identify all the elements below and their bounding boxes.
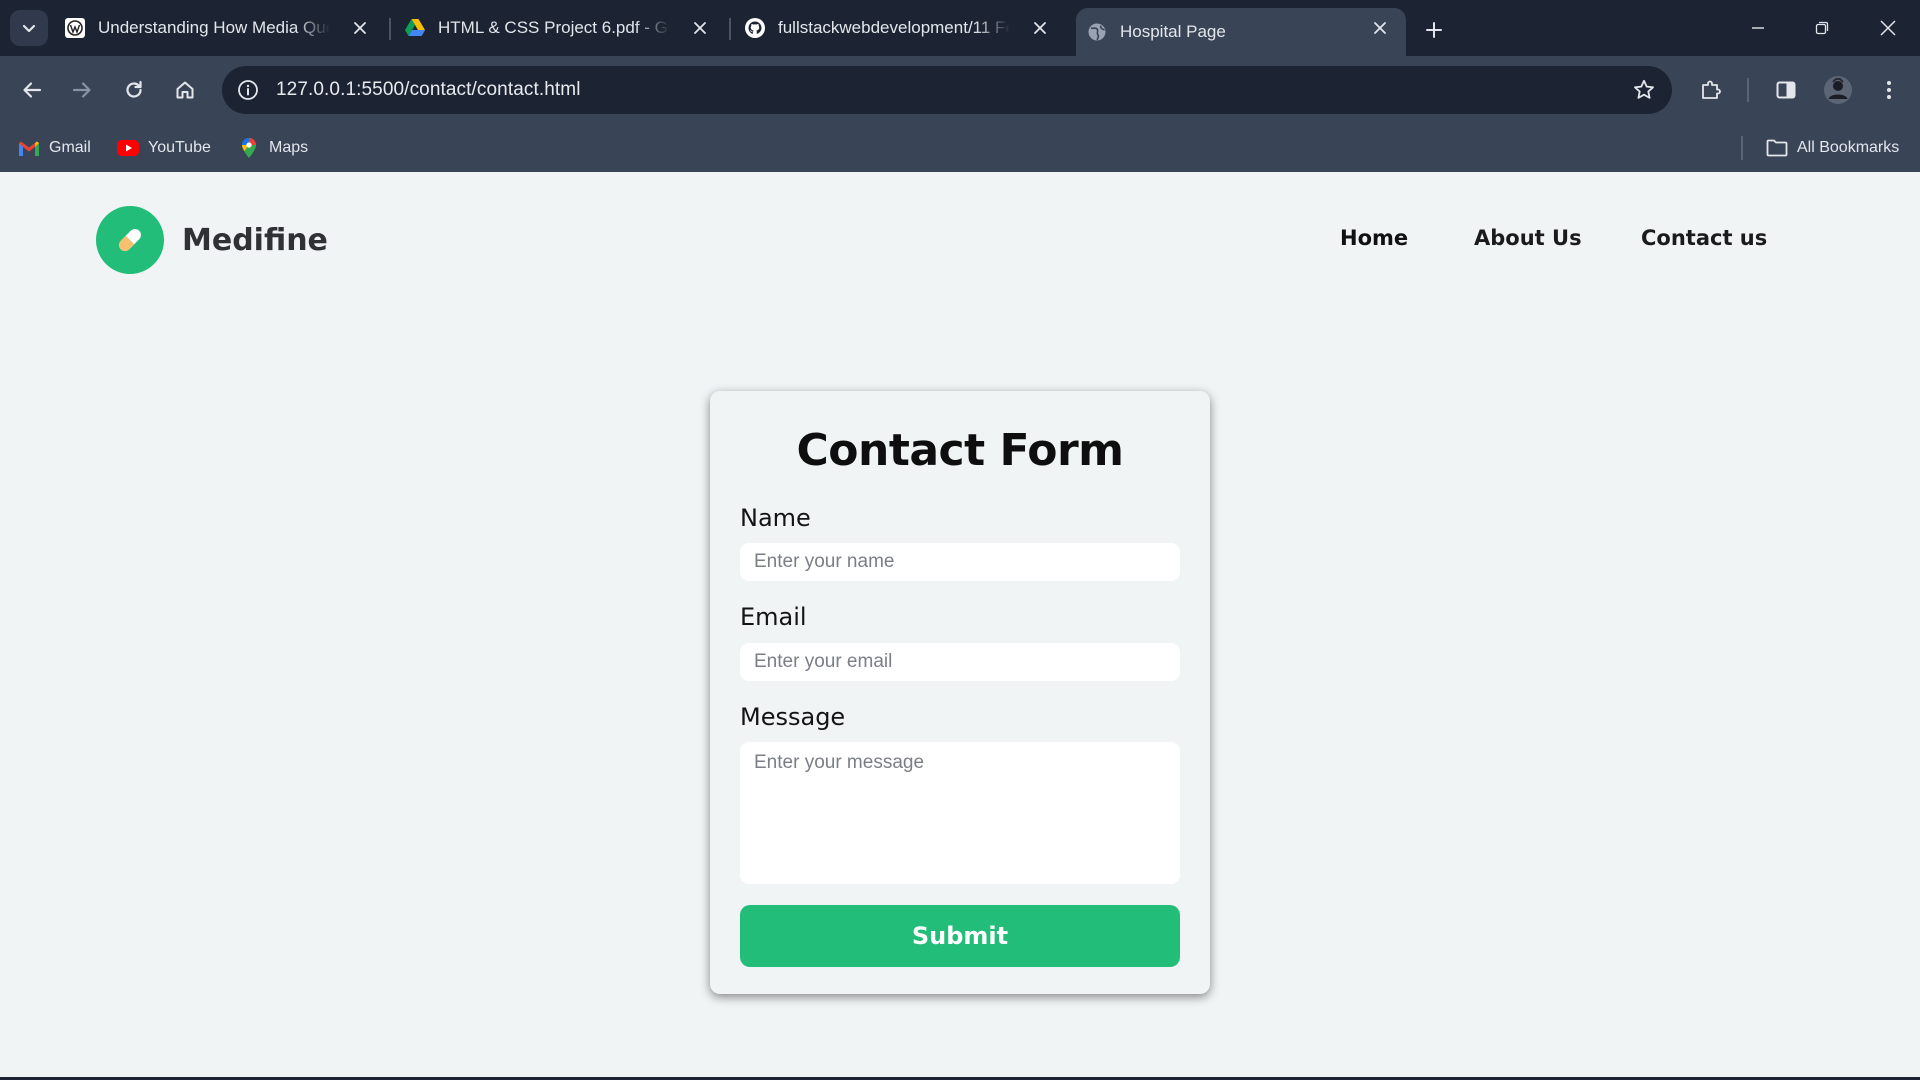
tab-search-button[interactable] <box>10 10 48 46</box>
browser-toolbar: 127.0.0.1:5500/contact/contact.html <box>0 56 1920 124</box>
bookmark-label: YouTube <box>148 139 211 156</box>
bookmark-youtube[interactable]: YouTube <box>117 136 211 160</box>
avatar-icon <box>1824 76 1852 104</box>
extensions-button[interactable] <box>1693 72 1729 108</box>
home-button[interactable] <box>167 72 203 108</box>
email-label: Email <box>740 603 807 631</box>
arrow-right-icon <box>72 82 91 98</box>
tab-title: HTML & CSS Project 6.pdf - Google Drive <box>438 18 670 37</box>
address-bar[interactable]: 127.0.0.1:5500/contact/contact.html <box>222 66 1672 114</box>
pill-icon <box>96 206 164 274</box>
nav-about-us[interactable]: About Us <box>1474 226 1582 250</box>
tab-github[interactable]: fullstackwebdevelopment/11 Feb 2024 <box>744 8 1060 48</box>
bookmarks-separator <box>1741 136 1743 160</box>
home-icon <box>176 81 194 99</box>
close-icon[interactable] <box>348 16 372 40</box>
toolbar-separator <box>1747 78 1749 102</box>
message-textarea[interactable] <box>740 742 1180 884</box>
gmail-icon <box>18 137 40 159</box>
tab-title: fullstackwebdevelopment/11 Feb 2024 <box>778 18 1010 37</box>
tab-google-drive[interactable]: HTML & CSS Project 6.pdf - Google Drive <box>404 8 720 48</box>
puzzle-icon <box>1702 80 1721 99</box>
folder-icon <box>1766 137 1788 159</box>
menu-button[interactable] <box>1871 72 1907 108</box>
reload-button[interactable] <box>116 72 152 108</box>
bookmark-star-icon[interactable] <box>1632 78 1656 102</box>
bookmark-gmail[interactable]: Gmail <box>18 136 91 160</box>
github-icon <box>744 17 766 39</box>
form-title: Contact Form <box>796 425 1124 476</box>
tab-strip: Understanding How Media Query HTML & CSS… <box>0 0 1920 56</box>
all-bookmarks-button[interactable]: All Bookmarks <box>1766 136 1899 160</box>
bookmark-maps[interactable]: Maps <box>238 136 308 160</box>
profile-avatar[interactable] <box>1820 72 1856 108</box>
side-panel-icon <box>1776 81 1796 99</box>
google-drive-icon <box>404 17 426 39</box>
close-icon[interactable] <box>1368 16 1392 40</box>
bookmarks-bar: Gmail YouTube Maps All Bookmarks <box>0 124 1920 172</box>
tab-title: Understanding How Media Query <box>98 18 330 37</box>
forward-button[interactable] <box>64 72 100 108</box>
bookmark-label: Gmail <box>49 139 91 156</box>
close-icon[interactable] <box>688 16 712 40</box>
close-window-button[interactable] <box>1872 14 1904 42</box>
globe-icon <box>1086 21 1108 43</box>
brand-name: Medifine <box>182 222 328 258</box>
minimize-icon <box>1752 27 1764 29</box>
minimize-button[interactable] <box>1742 14 1774 42</box>
message-label: Message <box>740 703 846 731</box>
tab-separator <box>729 18 731 40</box>
chevron-down-icon <box>22 24 36 33</box>
new-tab-button[interactable] <box>1418 14 1450 46</box>
side-panel-button[interactable] <box>1768 72 1804 108</box>
all-bookmarks-label: All Bookmarks <box>1797 139 1900 156</box>
maps-icon <box>238 137 260 159</box>
close-icon <box>1880 20 1896 36</box>
name-label: Name <box>740 504 811 532</box>
nav-contact-us[interactable]: Contact us <box>1641 226 1767 250</box>
tab-title: Hospital Page <box>1120 22 1226 41</box>
tab-separator <box>389 18 391 40</box>
kebab-menu-icon <box>1887 81 1891 99</box>
restore-icon <box>1815 21 1829 35</box>
restore-button[interactable] <box>1806 14 1838 42</box>
bookmark-label: Maps <box>269 139 309 156</box>
submit-button[interactable]: Submit <box>740 905 1180 967</box>
plus-icon <box>1426 22 1442 38</box>
arrow-left-icon <box>23 82 42 98</box>
site-logo[interactable]: Medifine <box>96 206 328 274</box>
url-text[interactable]: 127.0.0.1:5500/contact/contact.html <box>276 79 581 101</box>
close-icon[interactable] <box>1028 16 1052 40</box>
name-input[interactable] <box>740 543 1180 581</box>
wordpress-icon <box>64 17 86 39</box>
nav-home[interactable]: Home <box>1340 226 1408 250</box>
email-input[interactable] <box>740 643 1180 681</box>
page-viewport: Medifine Home About Us Contact us Contac… <box>0 172 1920 1078</box>
site-info-icon[interactable] <box>236 78 260 102</box>
tab-media-query[interactable]: Understanding How Media Query <box>64 8 380 48</box>
tab-hospital-page[interactable]: Hospital Page <box>1076 8 1406 56</box>
back-button[interactable] <box>14 72 50 108</box>
youtube-icon <box>117 137 139 159</box>
reload-icon <box>126 80 142 98</box>
contact-form: Contact Form Name Email Message Submit <box>710 391 1210 994</box>
